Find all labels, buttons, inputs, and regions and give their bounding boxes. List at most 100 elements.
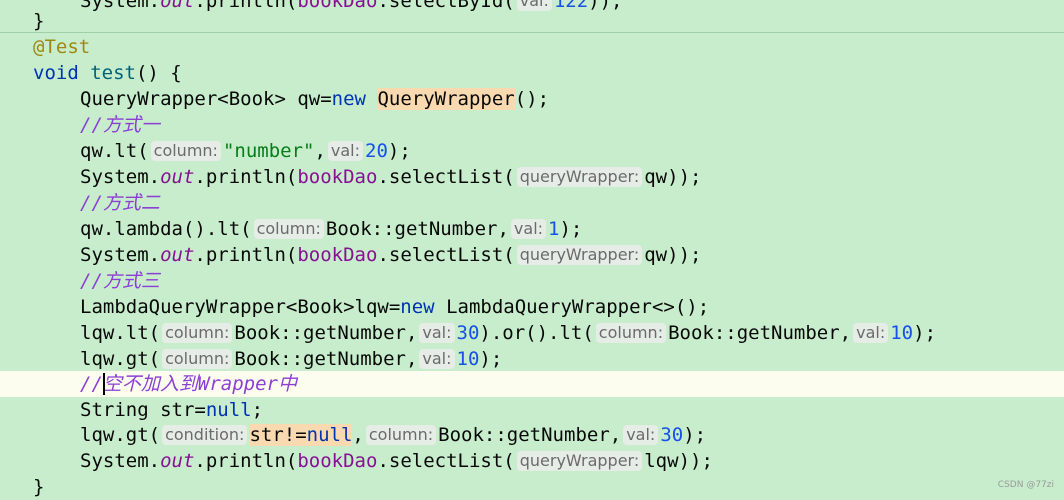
parameter-hint: val: <box>510 219 547 239</box>
code-token: lqw <box>644 450 679 472</box>
code-token: () { <box>135 62 182 84</box>
code-token: )); <box>667 244 702 266</box>
code-editor[interactable]: System.out.println(bookDao.selectById(va… <box>0 0 1064 500</box>
code-line[interactable]: //方式一 <box>0 112 1064 138</box>
field-token: bookDao <box>297 166 378 188</box>
parameter-hint: column: <box>150 141 221 161</box>
field-token: bookDao <box>297 450 378 472</box>
parameter-hint: column: <box>162 349 233 369</box>
parameter-hint: condition: <box>162 425 248 445</box>
number-token: 10 <box>456 348 480 370</box>
code-line[interactable]: LambdaQueryWrapper<Book>lqw=new LambdaQu… <box>0 294 1064 320</box>
code-line[interactable]: lqw.gt(condition: str!=null, column: Book::… <box>0 422 1064 448</box>
code-line[interactable]: qw.lambda().lt(column: Book::getNumber, va… <box>0 216 1064 242</box>
code-line[interactable]: } <box>0 474 1064 500</box>
keyword-token: new <box>331 88 366 110</box>
method-name-token: test <box>90 62 136 84</box>
code-line[interactable]: lqw.lt(column: Book::getNumber, val: 30).or… <box>0 320 1064 346</box>
code-token: (); <box>514 88 550 110</box>
code-token: qw <box>644 166 668 188</box>
number-token: 20 <box>365 140 388 162</box>
current-code-line[interactable]: //空不加入到Wrapper中 <box>0 371 1064 397</box>
code-token: qw <box>644 244 668 266</box>
code-token: String str= <box>80 399 206 421</box>
parameter-hint: column: <box>162 323 233 343</box>
parameter-hint: column: <box>595 323 667 343</box>
code-line[interactable]: qw.lt(column: "number", val: 20); <box>0 138 1064 164</box>
code-token: ); <box>683 424 707 446</box>
parameter-hint: val: <box>853 323 889 343</box>
code-token: )); <box>678 450 713 472</box>
code-line[interactable]: //方式二 <box>0 190 1064 216</box>
static-field-token: out <box>160 166 195 188</box>
field-token: bookDao <box>297 244 378 266</box>
code-token: lqw.lt( <box>80 322 161 344</box>
code-token: )); <box>667 166 702 188</box>
parameter-hint: val: <box>419 323 455 343</box>
comment-token: //方式一 <box>80 114 160 136</box>
code-token: System. <box>80 244 161 266</box>
parameter-hint: val: <box>327 141 364 161</box>
code-token: } <box>33 476 45 498</box>
code-token: } <box>33 10 45 32</box>
annotation-token: @Test <box>33 36 91 58</box>
code-token: ); <box>913 322 937 344</box>
code-line[interactable]: QueryWrapper<Book> qw=new QueryWrapper()… <box>0 86 1064 112</box>
code-line[interactable]: } <box>0 8 1064 34</box>
string-token: "number" <box>222 140 315 162</box>
code-line[interactable]: System.out.println(bookDao.selectList(qu… <box>0 448 1064 474</box>
watermark: CSDN @77zi <box>997 480 1054 490</box>
code-token: qw.lambda().lt( <box>80 218 252 240</box>
code-token: ); <box>387 140 411 162</box>
code-line[interactable]: lqw.gt(column: Book::getNumber, val: 10); <box>0 346 1064 372</box>
code-token: Book::getNumber, <box>438 424 622 446</box>
code-token: qw.lt( <box>80 140 149 162</box>
code-line[interactable]: String str=null; <box>0 397 1064 423</box>
code-line[interactable]: System.out.println(bookDao.selectList(qu… <box>0 242 1064 268</box>
parameter-hint: column: <box>253 219 324 239</box>
code-token: ).or().lt( <box>479 322 594 344</box>
parameter-hint: queryWrapper: <box>516 167 643 187</box>
parameter-hint: val: <box>623 425 659 445</box>
code-token: , <box>314 140 326 162</box>
parameter-hint: column: <box>365 425 437 445</box>
static-field-token: out <box>160 450 195 472</box>
code-token: .println( <box>194 166 298 188</box>
number-token: 10 <box>890 322 914 344</box>
code-token: System. <box>80 166 161 188</box>
code-token: lqw.gt( <box>80 424 161 446</box>
parameter-hint: val: <box>419 349 455 369</box>
code-token: lqw.gt( <box>80 348 161 370</box>
keyword-token: void <box>33 62 79 84</box>
code-token: LambdaQueryWrapper<Book>lqw= <box>80 296 401 318</box>
comment-token: //方式三 <box>80 270 160 292</box>
code-line[interactable]: @Test <box>0 34 1064 60</box>
keyword-token: null <box>205 399 252 421</box>
keyword-token: new <box>400 296 435 318</box>
code-token: ; <box>251 399 264 421</box>
number-token: 30 <box>456 322 480 344</box>
code-line[interactable]: void test() { <box>0 60 1064 86</box>
highlighted-token: QueryWrapper <box>377 88 515 110</box>
code-token: Book::getNumber, <box>325 218 509 240</box>
number-token: 1 <box>548 218 560 240</box>
number-token: 30 <box>660 424 684 446</box>
code-token: .selectList( <box>377 166 515 188</box>
code-line[interactable]: System.out.println(bookDao.selectList(qu… <box>0 164 1064 190</box>
comment-token: //空不加入到Wrapper中 <box>80 373 297 395</box>
code-token: .selectList( <box>377 244 515 266</box>
text-caret <box>103 373 105 395</box>
static-field-token: out <box>160 244 195 266</box>
parameter-hint: queryWrapper: <box>516 451 643 471</box>
parameter-hint: queryWrapper: <box>516 245 643 265</box>
code-token: .println( <box>194 244 298 266</box>
code-line[interactable]: //方式三 <box>0 268 1064 294</box>
code-token: Book::getNumber, <box>234 322 418 344</box>
code-token: .println( <box>194 450 298 472</box>
code-token: , <box>352 424 364 446</box>
keyword-token: null <box>306 424 353 446</box>
code-token: ); <box>559 218 583 240</box>
code-token: Book::getNumber, <box>668 322 852 344</box>
highlighted-token: str!= <box>249 424 307 446</box>
